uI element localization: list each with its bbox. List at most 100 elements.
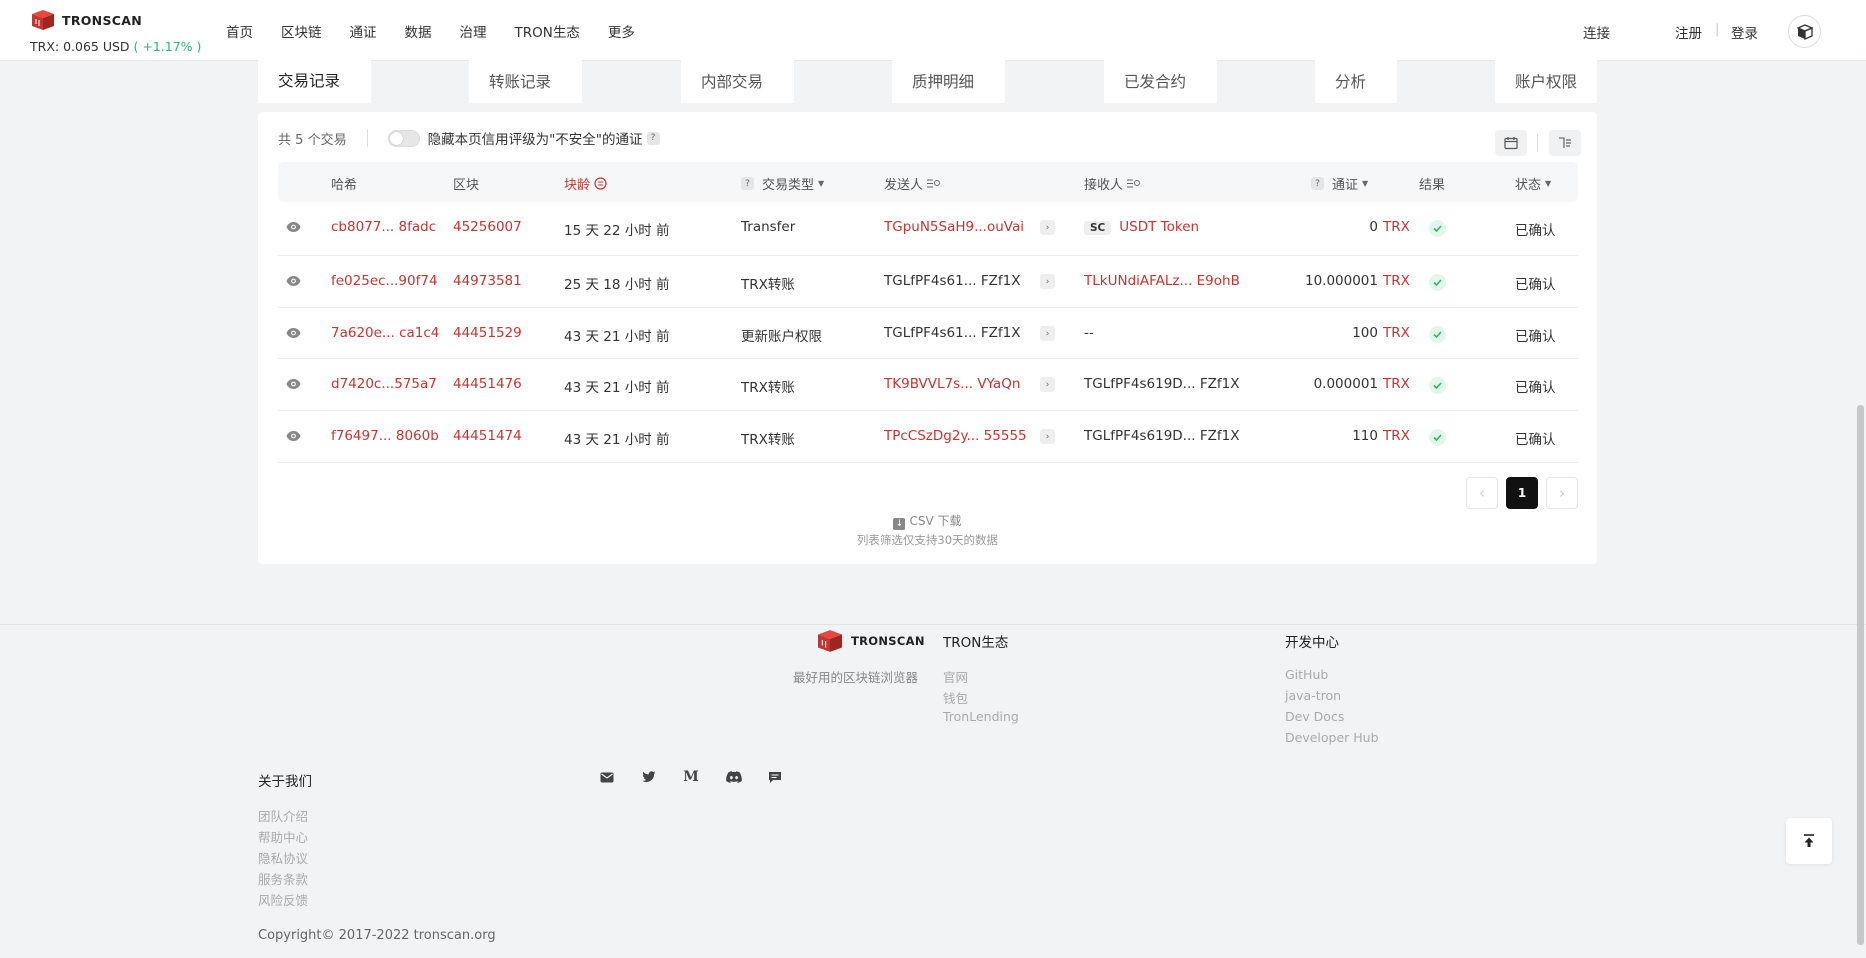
help-icon[interactable]: ? — [646, 131, 660, 145]
tab-internal-tx[interactable]: 内部交易 — [681, 58, 794, 103]
from-address[interactable]: TGpuN5SaH9...ouVai — [884, 219, 1024, 235]
mail-icon[interactable] — [599, 769, 615, 785]
date-filter-button[interactable] — [1495, 130, 1527, 156]
address-filter-icon — [927, 179, 941, 188]
tab-permissions[interactable]: 账户权限 — [1495, 58, 1597, 103]
table-row: 7a620e... ca1c4 44451529 43 天 21 小时 前 更新账户权… — [278, 308, 1578, 359]
nav-home[interactable]: 首页 — [226, 21, 253, 41]
account-avatar[interactable] — [1788, 15, 1821, 48]
tab-contracts[interactable]: 已发合约 — [1104, 58, 1217, 103]
nav-data[interactable]: 数据 — [405, 21, 432, 41]
twitter-icon[interactable] — [641, 769, 657, 785]
hide-unsafe-toggle[interactable] — [387, 129, 420, 147]
next-page-button[interactable]: › — [1546, 477, 1578, 509]
tx-type: TRX转账 — [741, 432, 795, 448]
tab-analysis[interactable]: 分析 — [1315, 58, 1397, 103]
nav-blockchain[interactable]: 区块链 — [281, 21, 322, 41]
footer-eco-title: TRON生态 — [943, 635, 1009, 651]
tx-status: 已确认 — [1515, 277, 1556, 293]
footer-link-java-tron[interactable]: java-tron — [1285, 688, 1341, 703]
page-scrollbar[interactable] — [1857, 405, 1864, 945]
nav-governance[interactable]: 治理 — [460, 21, 487, 41]
footer-link-dev-docs[interactable]: Dev Docs — [1285, 709, 1344, 724]
block-link[interactable]: 44451476 — [453, 376, 522, 392]
token-help-icon: ? — [1311, 177, 1324, 190]
tx-hash-link[interactable]: cb8077... 8fadc — [331, 219, 436, 235]
chevron-right-icon: › — [1040, 377, 1055, 392]
register-link[interactable]: 注册 — [1675, 22, 1702, 42]
token-link[interactable]: TRX — [1383, 428, 1410, 444]
prev-page-button[interactable]: ‹ — [1466, 477, 1498, 509]
to-address: TGLfPF4s619D... FZf1X — [1084, 428, 1239, 444]
col-token[interactable]: ? 通证 ▼ — [1311, 174, 1368, 193]
col-type-label: 交易类型 — [762, 178, 815, 193]
tronscan-logo[interactable]: TRONSCAN — [30, 9, 142, 31]
success-check-icon — [1429, 326, 1446, 343]
tab-transactions[interactable]: 交易记录 — [258, 58, 371, 103]
footer-link-help[interactable]: 帮助中心 — [258, 827, 308, 846]
tx-status: 已确认 — [1515, 223, 1556, 239]
table-row: fe025ec...90f74 44973581 25 天 18 小时 前 TRX转账… — [278, 256, 1578, 308]
toolbar-sep — [1537, 134, 1538, 152]
nav-tokens[interactable]: 通证 — [350, 21, 377, 41]
chevron-right-icon: › — [1040, 429, 1055, 444]
eye-icon[interactable] — [286, 378, 301, 390]
eye-icon[interactable] — [286, 327, 301, 339]
tx-hash-link[interactable]: d7420c...575a7 — [331, 376, 437, 392]
footer-logo[interactable]: TRONSCAN — [815, 629, 925, 653]
token-link[interactable]: TRX — [1383, 219, 1410, 235]
col-from[interactable]: 发送人 — [884, 174, 941, 193]
column-filter-button[interactable] — [1549, 130, 1581, 156]
tx-hash-link[interactable]: fe025ec...90f74 — [331, 273, 438, 289]
col-to[interactable]: 接收人 — [1084, 174, 1141, 193]
to-address[interactable]: SC USDT Token — [1084, 219, 1199, 235]
token-link[interactable]: TRX — [1383, 325, 1410, 341]
block-link[interactable]: 44451474 — [453, 428, 522, 444]
login-link[interactable]: 登录 — [1731, 22, 1758, 42]
nav-more[interactable]: 更多 — [608, 21, 635, 41]
from-address[interactable]: TK9BVVL7s... VYaQn — [884, 376, 1020, 392]
col-type[interactable]: ? 交易类型 ▼ — [741, 174, 824, 193]
footer-link-risk[interactable]: 风险反馈 — [258, 890, 308, 909]
eye-icon[interactable] — [286, 221, 301, 233]
connect-button[interactable]: 连接 — [1583, 22, 1610, 42]
medium-icon[interactable]: M — [683, 769, 699, 785]
footer-link-github[interactable]: GitHub — [1285, 667, 1328, 682]
count-suffix: 个交易 — [307, 132, 347, 148]
footer-link-team[interactable]: 团队介绍 — [258, 806, 308, 825]
from-address[interactable]: TPcCSzDg2y... 55555 — [884, 428, 1027, 444]
block-link[interactable]: 44451529 — [453, 325, 522, 341]
eye-icon[interactable] — [286, 430, 301, 442]
footer-link-wallet[interactable]: 钱包 — [943, 688, 968, 707]
tx-hash-link[interactable]: 7a620e... ca1c4 — [331, 325, 439, 341]
nav-tron-eco[interactable]: TRON生态 — [515, 21, 580, 41]
page-1-button[interactable]: 1 — [1506, 477, 1538, 509]
back-to-top-button[interactable] — [1786, 818, 1832, 864]
success-check-icon — [1429, 220, 1446, 237]
discord-icon[interactable] — [726, 769, 742, 785]
token-link[interactable]: TRX — [1383, 376, 1410, 392]
col-status[interactable]: 状态 ▼ — [1515, 174, 1551, 193]
tx-age: 43 天 21 小时 前 — [564, 380, 670, 396]
csv-download[interactable]: ↓ CSV 下载 — [258, 512, 1597, 530]
tab-staking[interactable]: 质押明细 — [892, 58, 1005, 103]
block-link[interactable]: 44973581 — [453, 273, 522, 289]
chat-icon[interactable] — [767, 769, 783, 785]
block-link[interactable]: 45256007 — [453, 219, 522, 235]
col-age[interactable]: 块龄 — [564, 174, 607, 193]
footer-link-developer-hub[interactable]: Developer Hub — [1285, 730, 1379, 745]
tx-age: 43 天 21 小时 前 — [564, 432, 670, 448]
col-block: 区块 — [453, 178, 480, 193]
footer-link-terms[interactable]: 服务条款 — [258, 869, 308, 888]
footer-link-privacy[interactable]: 隐私协议 — [258, 848, 308, 867]
tab-transfers[interactable]: 转账记录 — [469, 58, 582, 103]
eye-icon[interactable] — [286, 275, 301, 287]
footer-link-tronlending[interactable]: TronLending — [943, 709, 1019, 724]
col-token-label: 通证 — [1332, 178, 1359, 193]
to-address[interactable]: TLkUNdiAFALz... E9ohB — [1084, 273, 1240, 289]
page-footer: TRONSCAN 最好用的区块链浏览器 TRON生态 官网 钱包 TronLen… — [0, 624, 1866, 958]
footer-dev-title: 开发中心 — [1285, 635, 1339, 651]
footer-link-official[interactable]: 官网 — [943, 667, 968, 686]
token-link[interactable]: TRX — [1383, 273, 1410, 289]
tx-hash-link[interactable]: f76497... 8060b — [331, 428, 439, 444]
